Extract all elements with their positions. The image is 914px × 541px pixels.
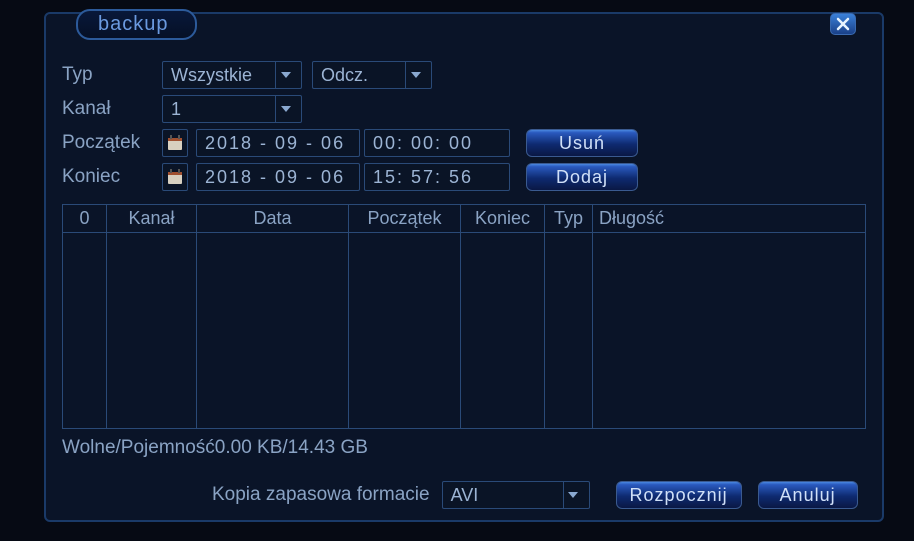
reader-select[interactable]: Odcz. xyxy=(312,61,432,89)
format-label: Kopia zapasowa formacie xyxy=(212,484,430,506)
capacity-text: Wolne/Pojemność0.00 KB/14.43 GB xyxy=(62,437,866,459)
dropdown-arrow-icon xyxy=(275,62,295,88)
row-channel: Kanał 1 xyxy=(62,92,866,126)
end-time-input[interactable]: 15: 57: 56 xyxy=(364,163,510,191)
dropdown-arrow-icon xyxy=(275,96,295,122)
results-table: 0 Kanał Data Początek Koniec Typ Długość xyxy=(62,204,866,429)
add-button[interactable]: Dodaj xyxy=(526,163,638,191)
th-length: Długość xyxy=(593,205,865,233)
format-select-value: AVI xyxy=(451,485,479,506)
dropdown-arrow-icon xyxy=(405,62,425,88)
calendar-icon[interactable] xyxy=(162,163,188,191)
window-title: backup xyxy=(76,9,197,40)
th-start: Początek xyxy=(349,205,460,233)
th-index: 0 xyxy=(63,205,106,233)
channel-select[interactable]: 1 xyxy=(162,95,302,123)
start-button[interactable]: Rozpocznij xyxy=(616,481,742,509)
channel-select-value: 1 xyxy=(171,99,181,120)
row-type: Typ Wszystkie Odcz. xyxy=(62,58,866,92)
type-select[interactable]: Wszystkie xyxy=(162,61,302,89)
channel-label: Kanał xyxy=(62,98,162,120)
end-label: Koniec xyxy=(62,166,162,188)
content-area: Typ Wszystkie Odcz. Kanał 1 Początek xyxy=(60,44,868,506)
backup-window: backup Typ Wszystkie Odcz. Kanał 1 xyxy=(44,12,884,522)
row-end: Koniec 2018 - 09 - 06 15: 57: 56 Dodaj xyxy=(62,160,866,194)
cancel-button[interactable]: Anuluj xyxy=(758,481,858,509)
close-icon xyxy=(836,17,850,31)
type-select-value: Wszystkie xyxy=(171,65,252,86)
end-date-input[interactable]: 2018 - 09 - 06 xyxy=(196,163,360,191)
th-date: Data xyxy=(197,205,348,233)
close-button[interactable] xyxy=(830,13,856,35)
type-label: Typ xyxy=(62,64,162,86)
calendar-icon[interactable] xyxy=(162,129,188,157)
row-start: Początek 2018 - 09 - 06 00: 00: 00 Usuń xyxy=(62,126,866,160)
start-date-input[interactable]: 2018 - 09 - 06 xyxy=(196,129,360,157)
titlebar: backup xyxy=(76,12,856,40)
start-time-input[interactable]: 00: 00: 00 xyxy=(364,129,510,157)
start-label: Początek xyxy=(62,132,162,154)
th-end: Koniec xyxy=(461,205,544,233)
remove-button[interactable]: Usuń xyxy=(526,129,638,157)
th-type: Typ xyxy=(545,205,592,233)
th-channel: Kanał xyxy=(107,205,196,233)
reader-select-value: Odcz. xyxy=(321,65,368,86)
format-select[interactable]: AVI xyxy=(442,481,590,509)
footer: Kopia zapasowa formacie AVI Rozpocznij A… xyxy=(62,481,866,509)
dropdown-arrow-icon xyxy=(563,482,583,508)
